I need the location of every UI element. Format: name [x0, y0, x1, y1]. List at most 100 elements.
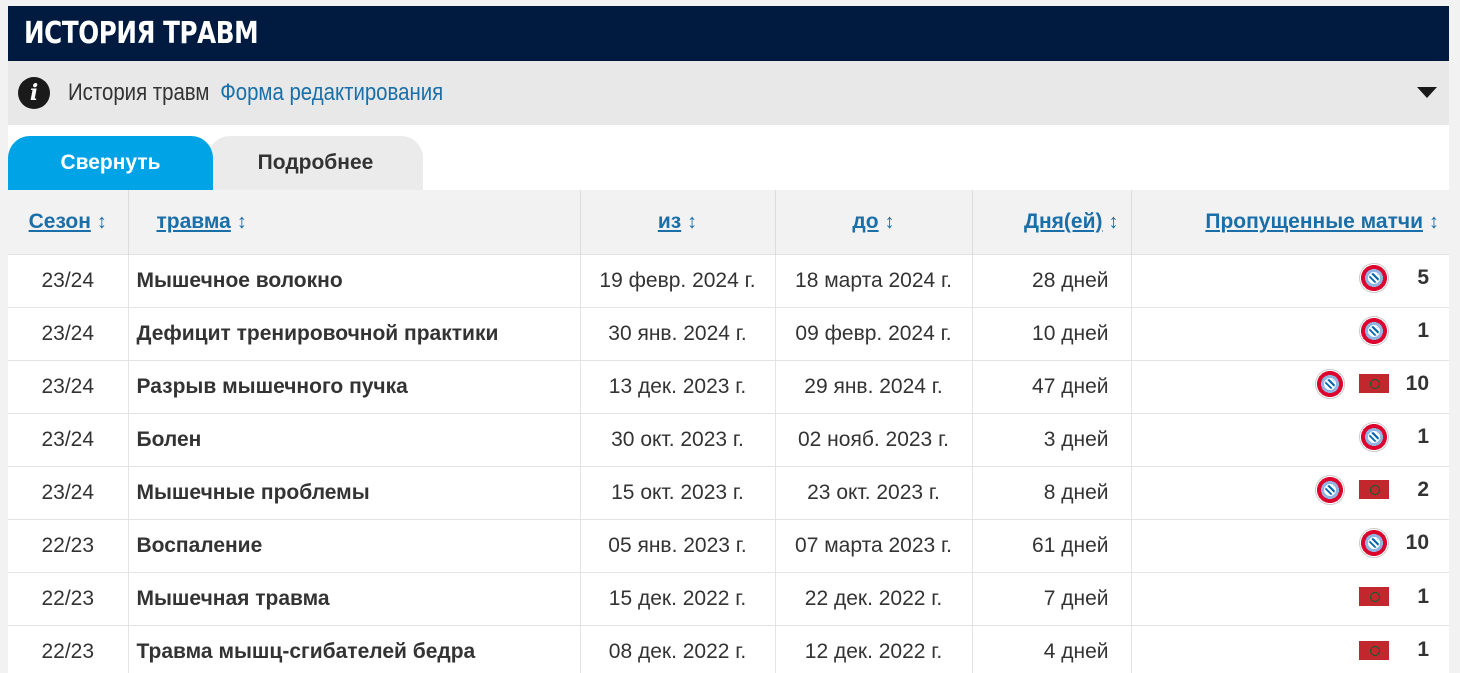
club-crest-icon[interactable]	[1359, 262, 1389, 293]
until-date-cell: 02 нояб. 2023 г.	[775, 413, 973, 466]
sort-icon[interactable]: ↕	[97, 211, 107, 234]
days-cell: 4 дней	[972, 625, 1132, 673]
injury-table: Сезон ↕ травма ↕ из ↕ до ↕ Дня(ей) ↕ Пропущен…	[8, 190, 1449, 673]
season-cell: 22/23	[8, 625, 129, 673]
missed-games-cell: 1	[1131, 307, 1449, 360]
missed-games-wrap: 10	[1315, 368, 1429, 399]
column-header-injury[interactable]: травма ↕	[128, 190, 581, 254]
column-header-until[interactable]: до ↕	[775, 190, 973, 254]
missed-games-cell: 2	[1131, 466, 1449, 519]
from-date-cell: 30 окт. 2023 г.	[580, 413, 776, 466]
sort-icon[interactable]: ↕	[237, 211, 247, 234]
column-header-days[interactable]: Дня(ей) ↕	[972, 190, 1132, 254]
missed-games-wrap: 10	[1359, 527, 1429, 558]
until-date-cell: 18 марта 2024 г.	[775, 254, 973, 307]
injury-cell: Мышечные проблемы	[128, 466, 581, 519]
until-date-cell: 29 янв. 2024 г.	[775, 360, 973, 413]
country-flag-icon[interactable]	[1359, 374, 1389, 393]
table-row: 23/24 Разрыв мышечного пучка 13 дек. 2023 …	[8, 360, 1449, 413]
sort-icon[interactable]: ↕	[1109, 211, 1119, 234]
until-date-cell: 07 марта 2023 г.	[775, 519, 973, 572]
sort-icon[interactable]: ↕	[1429, 211, 1439, 234]
country-flag-icon[interactable]	[1359, 640, 1389, 660]
days-cell: 28 дней	[972, 254, 1132, 307]
days-cell: 10 дней	[972, 307, 1132, 360]
from-date-cell: 05 янв. 2023 г.	[580, 519, 776, 572]
table-header-row: Сезон ↕ травма ↕ из ↕ до ↕ Дня(ей) ↕ Пропущен…	[8, 190, 1449, 254]
club-crest-icon[interactable]	[1315, 368, 1345, 399]
missed-games-cell: 1	[1131, 625, 1449, 673]
from-date-cell: 19 февр. 2024 г.	[580, 254, 776, 307]
injury-cell: Дефицит тренировочной практики	[128, 307, 581, 360]
tab-bar: Свернуть Подробнее	[8, 125, 1449, 190]
column-header-from[interactable]: из ↕	[580, 190, 776, 254]
section-title: ИСТОРИЯ ТРАВМ	[24, 16, 259, 51]
until-date-cell: 12 дек. 2022 г.	[775, 625, 973, 673]
days-cell: 47 дней	[972, 360, 1132, 413]
season-cell: 23/24	[8, 307, 129, 360]
sort-icon[interactable]: ↕	[885, 211, 895, 234]
season-cell: 23/24	[8, 360, 129, 413]
season-cell: 23/24	[8, 254, 129, 307]
days-cell: 3 дней	[972, 413, 1132, 466]
missed-games-cell: 1	[1131, 572, 1449, 625]
club-crest-icon[interactable]	[1315, 474, 1345, 505]
info-text-wrap: История травм Форма редактирования	[68, 79, 443, 107]
club-crest-icon[interactable]	[1359, 421, 1389, 452]
missed-games-count: 1	[1417, 584, 1429, 608]
missed-games-count: 5	[1417, 265, 1429, 289]
days-cell: 7 дней	[972, 572, 1132, 625]
injury-cell: Разрыв мышечного пучка	[128, 360, 581, 413]
info-bar[interactable]: i История травм Форма редактирования	[8, 61, 1449, 125]
country-flag-icon[interactable]	[1359, 587, 1389, 607]
until-date-cell: 22 дек. 2022 г.	[775, 572, 973, 625]
table-row: 22/23 Мышечная травма 15 дек. 2022 г. 22 де…	[8, 572, 1449, 625]
missed-games-count: 1	[1417, 638, 1429, 661]
table-row: 22/23 Воспаление 05 янв. 2023 г. 07 марта 2…	[8, 519, 1449, 572]
season-cell: 23/24	[8, 466, 129, 519]
season-cell: 22/23	[8, 572, 129, 625]
table-row: 23/24 Мышечное волокно 19 февр. 2024 г. 18 …	[8, 254, 1449, 307]
tab-collapse[interactable]: Свернуть	[8, 136, 213, 190]
table-row: 23/24 Мышечные проблемы 15 окт. 2023 г. 23 …	[8, 466, 1449, 519]
missed-games-wrap: 1	[1359, 421, 1429, 452]
table-row: 22/23 Травма мышц-сгибателей бедра 08 дек.…	[8, 625, 1449, 673]
club-crest-icon[interactable]	[1359, 315, 1389, 346]
days-cell: 61 дней	[972, 519, 1132, 572]
injury-cell: Травма мышц-сгибателей бедра	[128, 625, 581, 673]
tab-details[interactable]: Подробнее	[208, 136, 423, 190]
club-crest-icon[interactable]	[1359, 527, 1389, 558]
missed-games-wrap: 1	[1359, 315, 1429, 346]
missed-games-wrap: 5	[1359, 262, 1429, 293]
missed-games-cell: 1	[1131, 413, 1449, 466]
from-date-cell: 08 дек. 2022 г.	[580, 625, 776, 673]
edit-form-link[interactable]: Форма редактирования	[220, 79, 443, 106]
section-header: ИСТОРИЯ ТРАВМ	[8, 6, 1449, 61]
info-text: История травм	[68, 79, 210, 106]
missed-games-cell: 5	[1131, 254, 1449, 307]
missed-games-wrap: 1	[1359, 638, 1429, 662]
table-body: 23/24 Мышечное волокно 19 февр. 2024 г. 18 …	[8, 254, 1449, 673]
missed-games-count: 1	[1417, 318, 1429, 342]
injury-cell: Болен	[128, 413, 581, 466]
missed-games-wrap: 1	[1359, 585, 1429, 609]
column-header-missed-games[interactable]: Пропущенные матчи ↕	[1131, 190, 1449, 254]
from-date-cell: 15 окт. 2023 г.	[580, 466, 776, 519]
days-cell: 8 дней	[972, 466, 1132, 519]
until-date-cell: 09 февр. 2024 г.	[775, 307, 973, 360]
missed-games-cell: 10	[1131, 360, 1449, 413]
missed-games-cell: 10	[1131, 519, 1449, 572]
injury-cell: Мышечная травма	[128, 572, 581, 625]
column-header-season[interactable]: Сезон ↕	[8, 190, 129, 254]
missed-games-count: 1	[1417, 424, 1429, 448]
missed-games-count: 10	[1405, 371, 1429, 395]
sort-icon[interactable]: ↕	[687, 211, 697, 234]
table-row: 23/24 Дефицит тренировочной практики 30 ян…	[8, 307, 1449, 360]
missed-games-count: 2	[1417, 477, 1429, 501]
caret-down-icon[interactable]	[1417, 87, 1437, 98]
info-icon: i	[18, 77, 50, 109]
missed-games-count: 10	[1405, 530, 1429, 554]
from-date-cell: 30 янв. 2024 г.	[580, 307, 776, 360]
injury-cell: Воспаление	[128, 519, 581, 572]
country-flag-icon[interactable]	[1359, 480, 1389, 499]
